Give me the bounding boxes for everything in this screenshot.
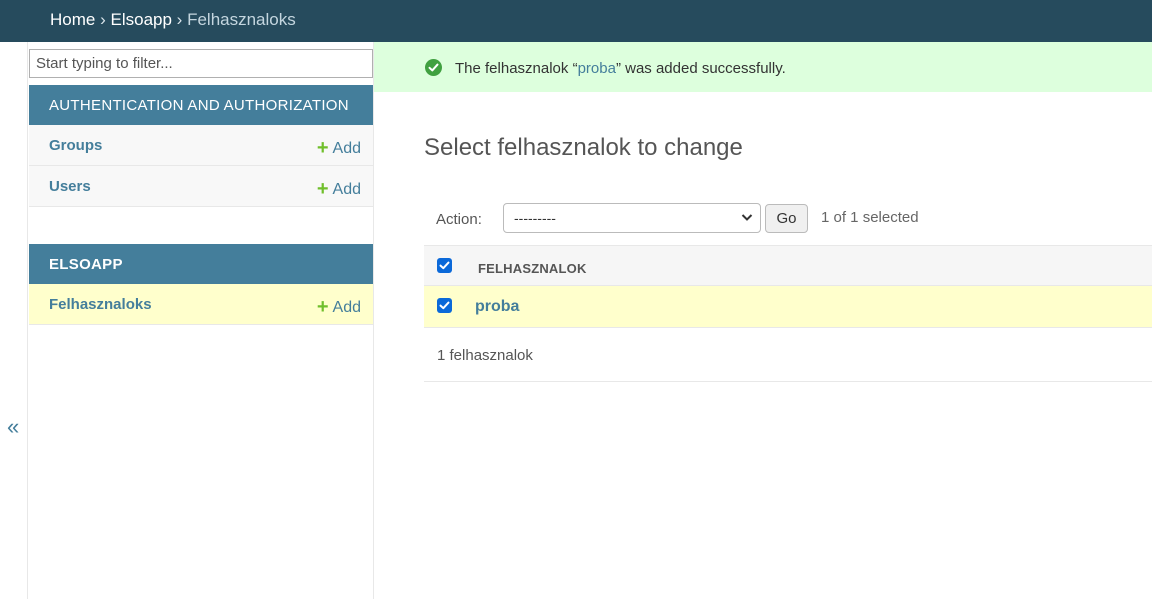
table-header: FELHASZNALOK [424, 245, 1152, 286]
row-link-proba[interactable]: proba [475, 298, 519, 316]
message-suffix: ” was added successfully. [615, 60, 786, 77]
plus-icon: + [316, 296, 329, 318]
breadcrumb-current: Felhasznaloks [187, 10, 296, 29]
select-all-checkbox[interactable] [437, 258, 452, 273]
header-bar: Home › Elsoapp › Felhasznaloks [0, 0, 1152, 42]
nav-sidebar-toggle[interactable]: « [0, 42, 28, 599]
action-select[interactable]: --------- [503, 203, 761, 233]
paginator: 1 felhasznalok [424, 328, 1152, 382]
sidebar-item-label[interactable]: Groups [49, 137, 102, 154]
plus-icon: + [316, 178, 329, 200]
breadcrumb: Home › Elsoapp › Felhasznaloks [50, 10, 296, 30]
page-title: Select felhasznalok to change [424, 134, 743, 161]
message-prefix: The felhasznalok “ [455, 60, 578, 77]
add-label[interactable]: Add [333, 299, 361, 316]
row-checkbox[interactable] [437, 298, 452, 313]
breadcrumb-separator: › [100, 10, 106, 29]
breadcrumb-home[interactable]: Home [50, 10, 95, 29]
table-row: proba [424, 286, 1152, 328]
sidebar-item-label[interactable]: Users [49, 178, 91, 195]
message-text: The felhasznalok “proba” was added succe… [455, 60, 786, 77]
action-label: Action: [436, 211, 482, 228]
sidebar-item-label[interactable]: Felhasznaloks [49, 296, 152, 313]
sidebar-item-felhasznaloks: Felhasznaloks + Add [29, 284, 373, 325]
go-button[interactable]: Go [765, 204, 808, 233]
module-caption-elsoapp[interactable]: ELSOAPP [29, 244, 373, 284]
add-users-button[interactable]: + Add [317, 177, 361, 200]
breadcrumb-separator: › [176, 10, 183, 29]
add-label[interactable]: Add [333, 181, 361, 198]
chevron-down-icon [741, 210, 753, 227]
nav-filter-input[interactable] [29, 49, 373, 78]
plus-icon: + [316, 137, 329, 159]
result-count: 1 felhasznalok [437, 347, 533, 364]
add-label[interactable]: Add [333, 140, 361, 157]
sidebar-item-users: Users + Add [29, 166, 373, 207]
collapse-chevron-icon[interactable]: « [7, 414, 19, 440]
add-groups-button[interactable]: + Add [317, 136, 361, 159]
breadcrumb-app[interactable]: Elsoapp [111, 10, 172, 29]
module-caption-auth[interactable]: AUTHENTICATION AND AUTHORIZATION [29, 85, 373, 125]
action-select-value: --------- [514, 210, 556, 226]
success-message: The felhasznalok “proba” was added succe… [374, 42, 1152, 92]
nav-sidebar: AUTHENTICATION AND AUTHORIZATION Groups … [29, 42, 374, 599]
add-felhasznaloks-button[interactable]: + Add [317, 295, 361, 318]
message-object-link[interactable]: proba [578, 60, 616, 77]
sidebar-item-groups: Groups + Add [29, 125, 373, 166]
selected-count: 1 of 1 selected [821, 209, 919, 226]
column-header-felhasznalok[interactable]: FELHASZNALOK [478, 261, 587, 276]
success-check-icon [425, 59, 442, 76]
